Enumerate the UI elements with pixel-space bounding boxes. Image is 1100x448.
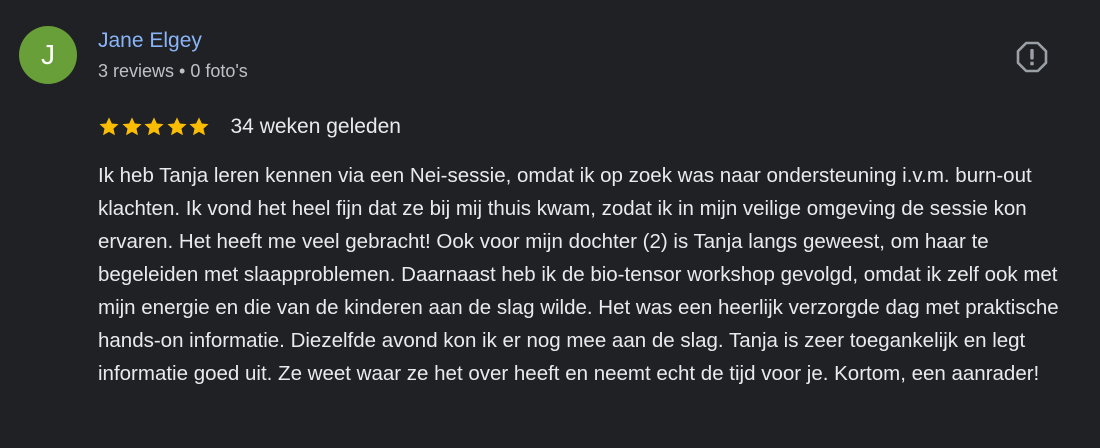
star-rating [98, 116, 211, 138]
review-text: Ik heb Tanja leren kennen via een Nei-se… [98, 164, 1059, 385]
avatar-initial: J [41, 39, 55, 70]
review-date: 34 weken geleden [230, 115, 401, 138]
rating-row: 34 weken geleden [98, 112, 401, 142]
avatar[interactable]: J [19, 26, 77, 84]
report-button[interactable] [1015, 40, 1049, 74]
star-icon [166, 117, 187, 136]
star-icon [121, 117, 142, 136]
star-icon [189, 117, 209, 136]
reviewer-meta: 3 reviews • 0 foto's [98, 61, 248, 81]
star-icon [99, 117, 119, 136]
report-flag-icon [1016, 41, 1048, 73]
star-icon [144, 117, 164, 136]
review-card: J Jane Elgey 3 reviews • 0 foto's 34 wek… [0, 0, 1100, 448]
reviewer-name-link[interactable]: Jane Elgey [98, 29, 202, 53]
